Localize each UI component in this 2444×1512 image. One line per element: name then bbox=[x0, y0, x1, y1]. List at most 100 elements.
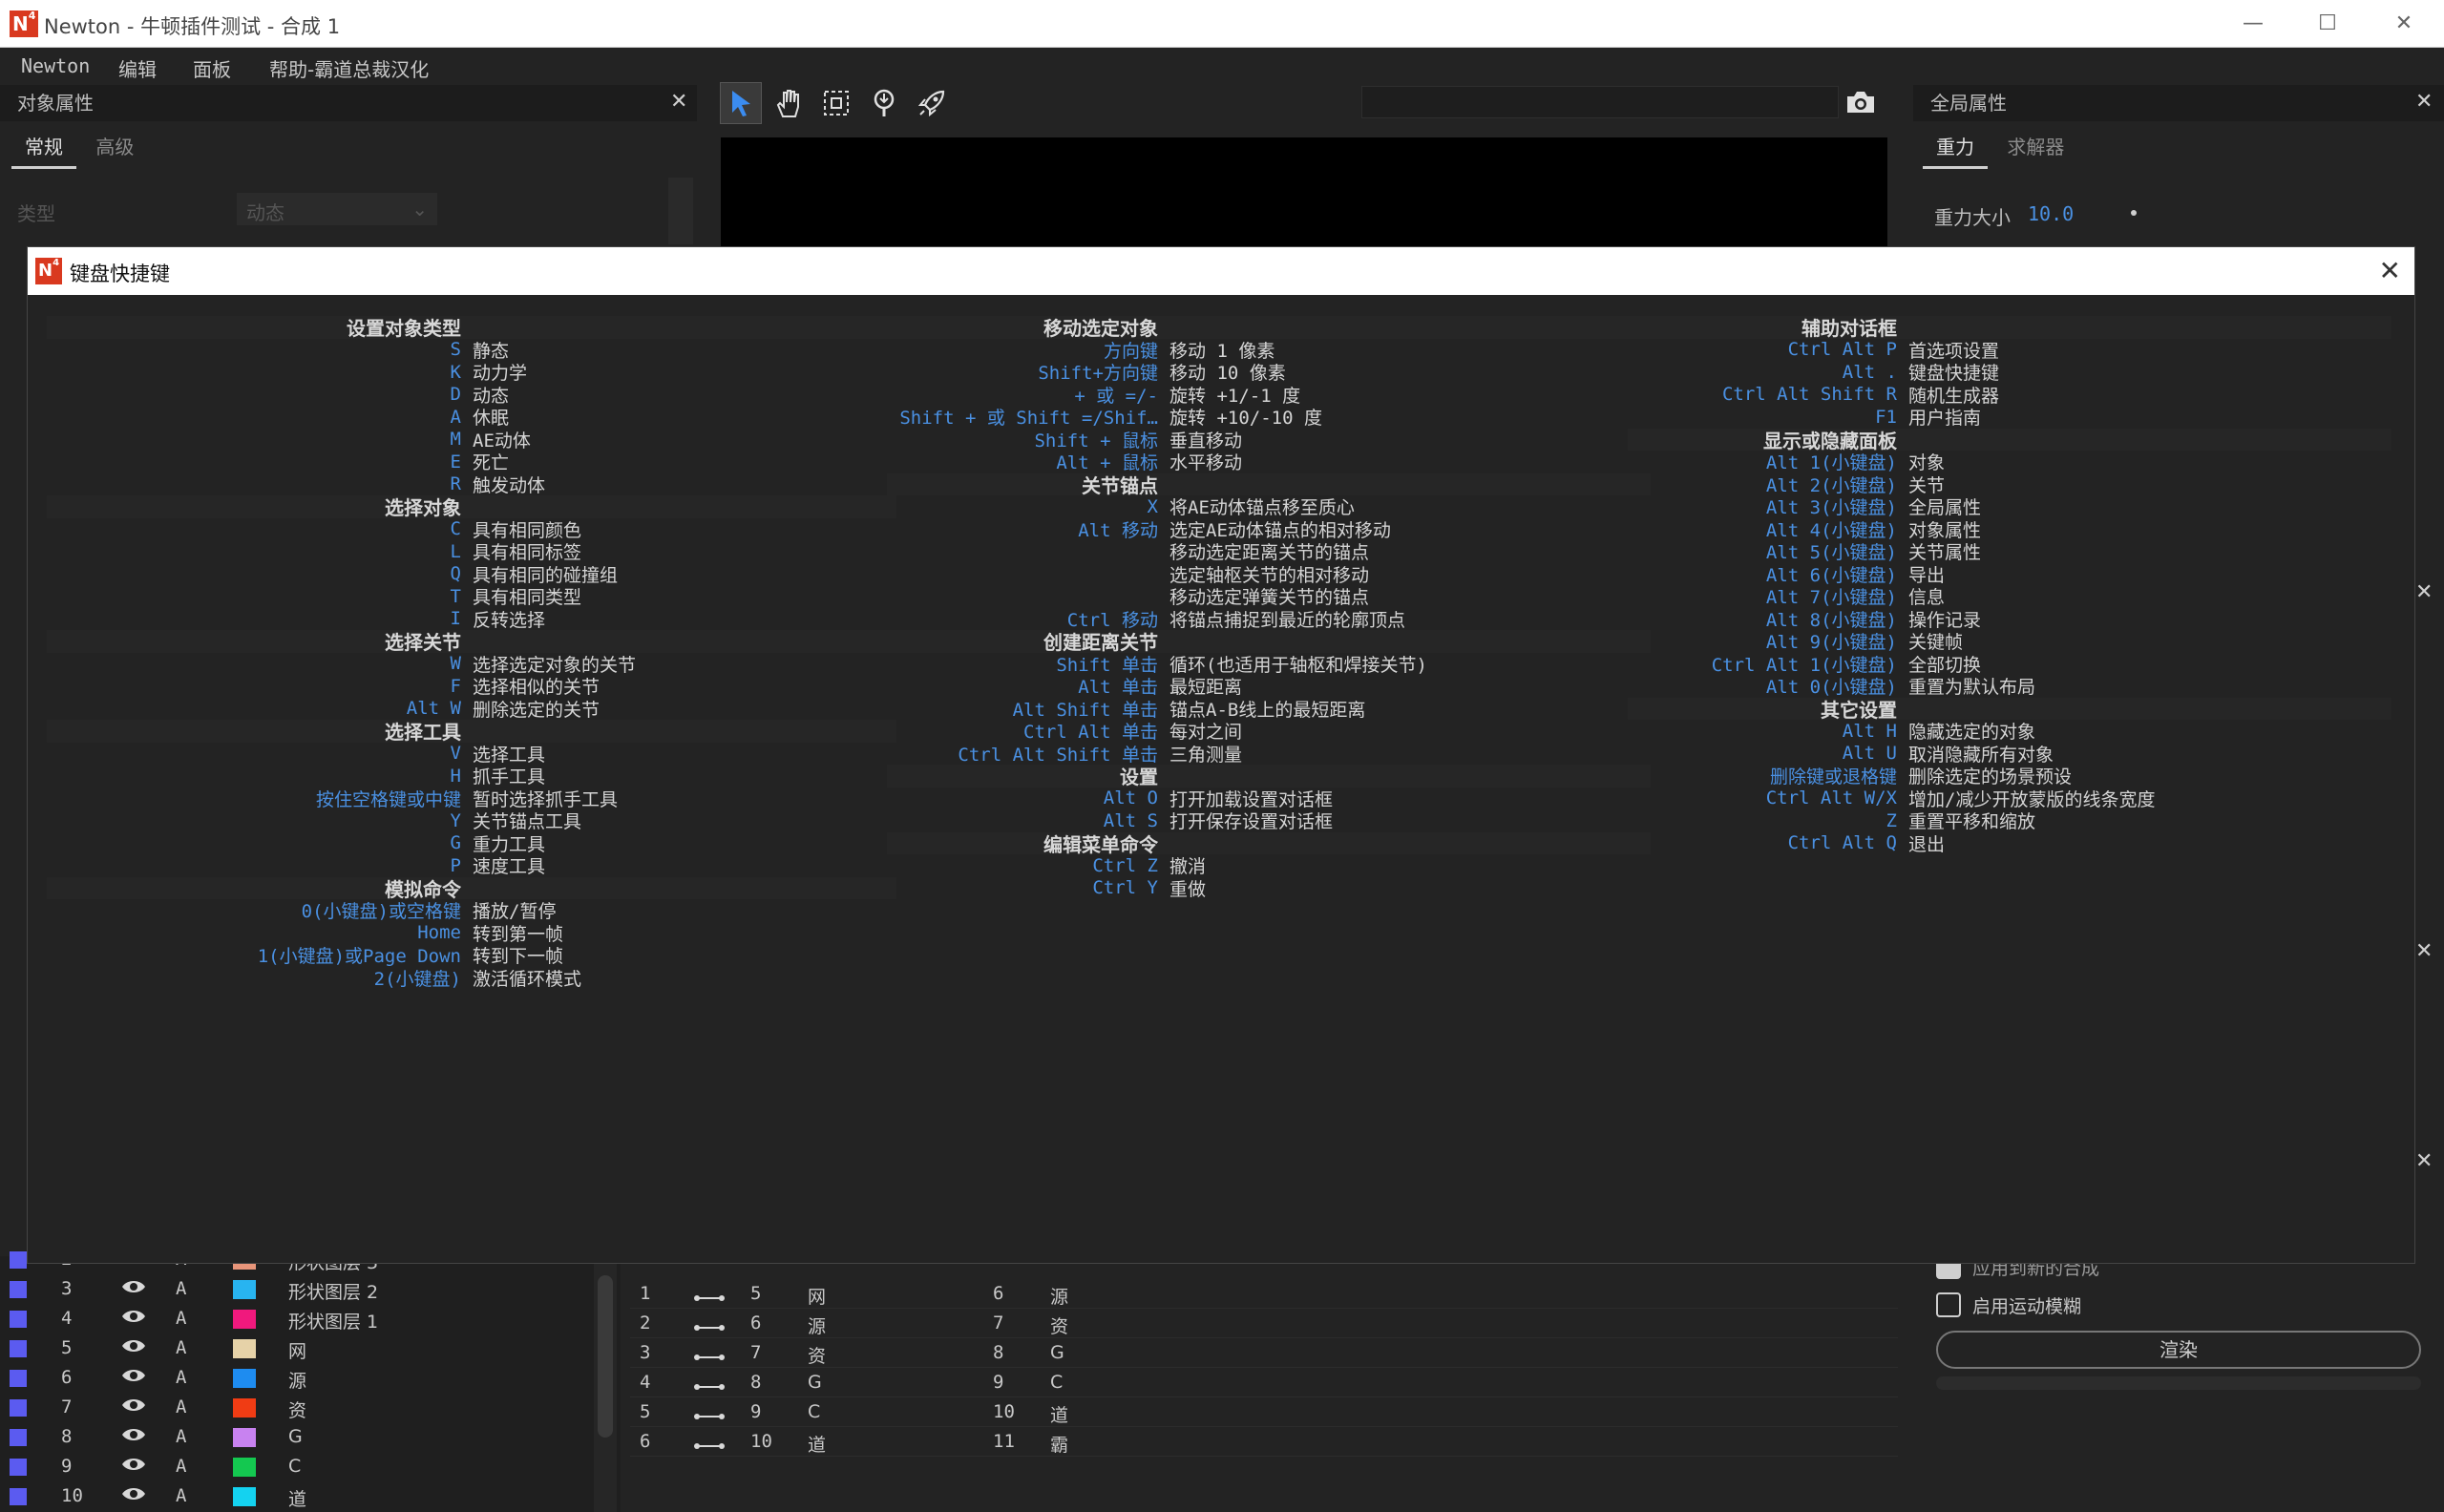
tab-solver[interactable]: 求解器 bbox=[1993, 128, 2077, 166]
layer-row[interactable]: 3 A 形状图层 2 bbox=[0, 1274, 592, 1304]
layer-color-swatch[interactable] bbox=[233, 1339, 256, 1358]
eye-icon[interactable] bbox=[120, 1337, 147, 1359]
global-tabs: 重力 求解器 bbox=[1923, 128, 2077, 170]
layer-color-swatch[interactable] bbox=[233, 1280, 256, 1299]
object-tabs: 常规 高级 bbox=[11, 128, 147, 170]
close-icon[interactable]: ✕ bbox=[2368, 0, 2440, 48]
select-icon[interactable] bbox=[720, 82, 762, 124]
layer-select-chip[interactable] bbox=[10, 1251, 27, 1269]
layer-select-chip[interactable] bbox=[10, 1281, 27, 1298]
simulation-viewport[interactable] bbox=[721, 137, 1887, 252]
section-title: 其它设置 bbox=[1821, 698, 1897, 722]
joint-row[interactable]: 4 8 G 9 C bbox=[630, 1368, 1898, 1397]
layer-row[interactable]: 4 A 形状图层 1 bbox=[0, 1304, 592, 1334]
layer-color-swatch[interactable] bbox=[233, 1310, 256, 1329]
render-button[interactable]: 渲染 bbox=[1936, 1331, 2421, 1369]
menu-help[interactable]: 帮助-霸道总裁汉化 bbox=[269, 54, 429, 82]
shortcut-row: Ctrl Alt Shift R 随机生成器 bbox=[1628, 384, 2391, 407]
layer-color-swatch[interactable] bbox=[233, 1487, 256, 1506]
eye-icon[interactable] bbox=[120, 1456, 147, 1478]
camera-icon[interactable] bbox=[1844, 88, 1877, 121]
distance-joint-icon bbox=[693, 1436, 726, 1457]
eye-icon[interactable] bbox=[120, 1308, 147, 1330]
joint-index: 2 bbox=[640, 1312, 651, 1334]
layer-select-chip[interactable] bbox=[10, 1340, 27, 1357]
tab-general[interactable]: 常规 bbox=[11, 128, 76, 169]
shortcut-key: H bbox=[450, 765, 461, 787]
layer-color-swatch[interactable] bbox=[233, 1398, 256, 1418]
layer-select-chip[interactable] bbox=[10, 1399, 27, 1417]
menu-panel[interactable]: 面板 bbox=[193, 54, 231, 82]
eye-icon[interactable] bbox=[120, 1426, 147, 1448]
layer-select-chip[interactable] bbox=[10, 1311, 27, 1328]
joint-row[interactable]: 5 9 C 10 道 bbox=[630, 1397, 1898, 1427]
joint-row[interactable]: 6 10 道 11 霸 bbox=[630, 1427, 1898, 1457]
distance-joint-icon bbox=[693, 1406, 726, 1427]
scrollbar[interactable] bbox=[594, 1256, 617, 1512]
shortcut-key: Ctrl Alt W/X bbox=[1765, 788, 1897, 809]
scrollbar[interactable] bbox=[668, 178, 693, 244]
shortcut-key: Alt W bbox=[406, 698, 461, 720]
joint-row[interactable]: 1 5 网 6 源 bbox=[630, 1279, 1898, 1309]
gravity-value[interactable]: 10.0 bbox=[2028, 202, 2074, 225]
shortcut-key: Alt S bbox=[1103, 809, 1158, 831]
minimize-icon[interactable]: — bbox=[2217, 0, 2289, 48]
layer-select-chip[interactable] bbox=[10, 1429, 27, 1446]
close-icon[interactable]: ✕ bbox=[2379, 255, 2401, 286]
layer-color-swatch[interactable] bbox=[233, 1458, 256, 1477]
panel-title: 对象属性 bbox=[17, 92, 94, 115]
layer-row[interactable]: 5 A 网 bbox=[0, 1334, 592, 1363]
joint-body-b-index: 8 bbox=[993, 1342, 1004, 1363]
layer-row[interactable]: 9 A C bbox=[0, 1452, 592, 1481]
eye-icon[interactable] bbox=[120, 1367, 147, 1389]
shortcut-section-header: 显示或隐藏面板 bbox=[1628, 428, 2391, 452]
joint-row[interactable]: 3 7 资 8 G bbox=[630, 1338, 1898, 1368]
marquee-icon[interactable] bbox=[815, 82, 857, 124]
joint-row[interactable]: 2 6 源 7 资 bbox=[630, 1309, 1898, 1338]
shortcut-row: Alt 9(小键盘) 关键帧 bbox=[1628, 630, 2391, 653]
shortcut-row: 方向键 移动 1 像素 bbox=[887, 339, 1651, 362]
shortcut-row: S 静态 bbox=[47, 339, 896, 362]
close-icon[interactable]: ✕ bbox=[670, 90, 687, 114]
menu-newton[interactable]: Newton bbox=[21, 54, 90, 77]
hand-icon[interactable] bbox=[768, 82, 810, 124]
close-icon[interactable]: ✕ bbox=[2415, 1149, 2433, 1173]
section-title: 辅助对话框 bbox=[1801, 317, 1897, 341]
maximize-icon[interactable]: ☐ bbox=[2291, 0, 2364, 48]
layer-mode: A bbox=[176, 1426, 187, 1447]
scrollbar-thumb[interactable] bbox=[598, 1275, 613, 1438]
layer-row[interactable]: 7 A 资 bbox=[0, 1393, 592, 1422]
rocket-icon[interactable] bbox=[911, 82, 953, 124]
layer-row[interactable]: 8 A G bbox=[0, 1422, 592, 1452]
gravity-pin-icon[interactable] bbox=[863, 82, 905, 124]
layer-color-swatch[interactable] bbox=[233, 1369, 256, 1388]
shortcut-row: V 选择工具 bbox=[47, 743, 896, 766]
layer-color-swatch[interactable] bbox=[233, 1428, 256, 1447]
joint-body-b-index: 7 bbox=[993, 1312, 1004, 1334]
gravity-keyframe-dot[interactable] bbox=[2131, 210, 2137, 216]
eye-icon[interactable] bbox=[120, 1278, 147, 1300]
close-icon[interactable]: ✕ bbox=[2415, 939, 2433, 963]
type-dropdown[interactable]: 动态 ⌄ bbox=[237, 193, 437, 225]
layer-row[interactable]: 6 A 源 bbox=[0, 1363, 592, 1393]
layer-select-chip[interactable] bbox=[10, 1459, 27, 1476]
eye-icon[interactable] bbox=[120, 1485, 147, 1507]
dialog-title: 键盘快捷键 bbox=[70, 262, 170, 285]
tab-gravity[interactable]: 重力 bbox=[1923, 128, 1988, 169]
shortcut-key: Alt U bbox=[1842, 743, 1897, 765]
section-title: 设置对象类型 bbox=[347, 317, 461, 341]
global-properties-header: 全局属性 bbox=[1913, 85, 2444, 121]
object-properties-header: 对象属性 bbox=[0, 85, 697, 121]
eye-icon[interactable] bbox=[120, 1396, 147, 1418]
menu-edit[interactable]: 编辑 bbox=[118, 54, 157, 82]
shortcut-key: D bbox=[450, 384, 461, 406]
layer-select-chip[interactable] bbox=[10, 1370, 27, 1387]
shortcut-row: Ctrl Alt W/X 增加/减少开放蒙版的线条宽度 bbox=[1628, 788, 2391, 810]
layer-select-chip[interactable] bbox=[10, 1488, 27, 1505]
shortcut-key: Ctrl Z bbox=[1092, 854, 1158, 876]
tab-advanced[interactable]: 高级 bbox=[82, 128, 147, 166]
motion-blur-checkbox[interactable] bbox=[1936, 1292, 1961, 1317]
close-icon[interactable]: ✕ bbox=[2415, 90, 2433, 114]
layer-row[interactable]: 10 A 道 bbox=[0, 1481, 592, 1511]
close-icon[interactable]: ✕ bbox=[2415, 580, 2433, 604]
